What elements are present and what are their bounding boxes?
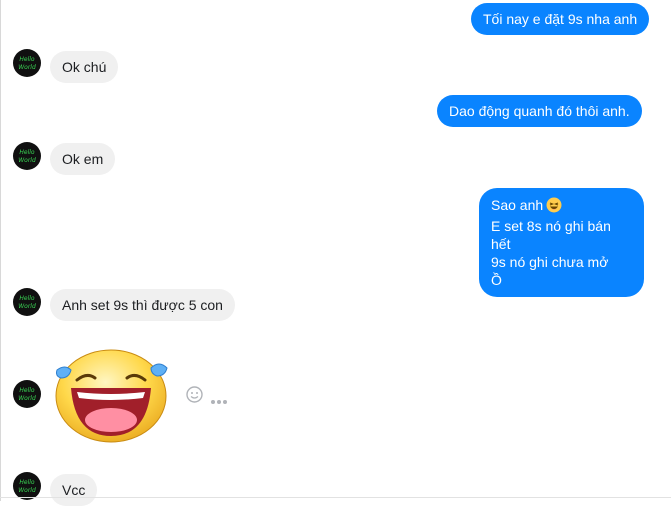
avatar-caption-1: Hello (19, 56, 35, 63)
laughing-tears-sticker[interactable] (47, 344, 171, 449)
avatar[interactable]: Hello World (13, 49, 41, 77)
avatar-caption-1: Hello (19, 295, 35, 302)
outgoing-message-1[interactable]: Tối nay e đặt 9s nha anh (471, 3, 650, 35)
avatar-caption-2: World (18, 64, 36, 71)
incoming-message-6[interactable]: Anh set 9s thì được 5 con (50, 289, 235, 321)
avatar[interactable]: Hello World (13, 142, 41, 170)
avatar-caption-2: World (18, 303, 36, 310)
divider (0, 497, 671, 498)
message-line: E set 8s nó ghi bán hết (491, 218, 611, 252)
avatar-caption-2: World (18, 487, 36, 494)
avatar[interactable]: Hello World (13, 380, 41, 408)
smiley-icon[interactable] (186, 386, 203, 408)
incoming-message-8[interactable]: Vcc (50, 474, 98, 506)
incoming-message-4[interactable]: Ok em (50, 143, 116, 175)
incoming-message-2[interactable]: Ok chú (50, 51, 119, 83)
outgoing-message-5[interactable]: Sao anh E set 8s nó ghi bán hết 9s nó gh… (479, 188, 644, 297)
more-options-icon[interactable] (210, 392, 228, 410)
message-line: Sao anh (491, 196, 632, 217)
avatar-caption-1: Hello (19, 149, 35, 156)
outgoing-message-3[interactable]: Dao động quanh đó thôi anh. (437, 95, 642, 127)
avatar[interactable]: Hello World (13, 288, 41, 316)
avatar-caption-2: World (18, 395, 36, 402)
laughing-face-icon (546, 197, 562, 217)
message-line-text: Sao anh (491, 197, 544, 213)
avatar[interactable]: Hello World (13, 472, 41, 500)
message-line: Ồ (491, 272, 502, 288)
avatar-caption-1: Hello (19, 479, 35, 486)
message-line: 9s nó ghi chưa mở (491, 254, 609, 270)
avatar-caption-1: Hello (19, 387, 35, 394)
avatar-caption-2: World (18, 157, 36, 164)
chat-thread: Tối nay e đặt 9s nha anh Hello World Ok … (0, 0, 671, 506)
divider (0, 0, 1, 501)
